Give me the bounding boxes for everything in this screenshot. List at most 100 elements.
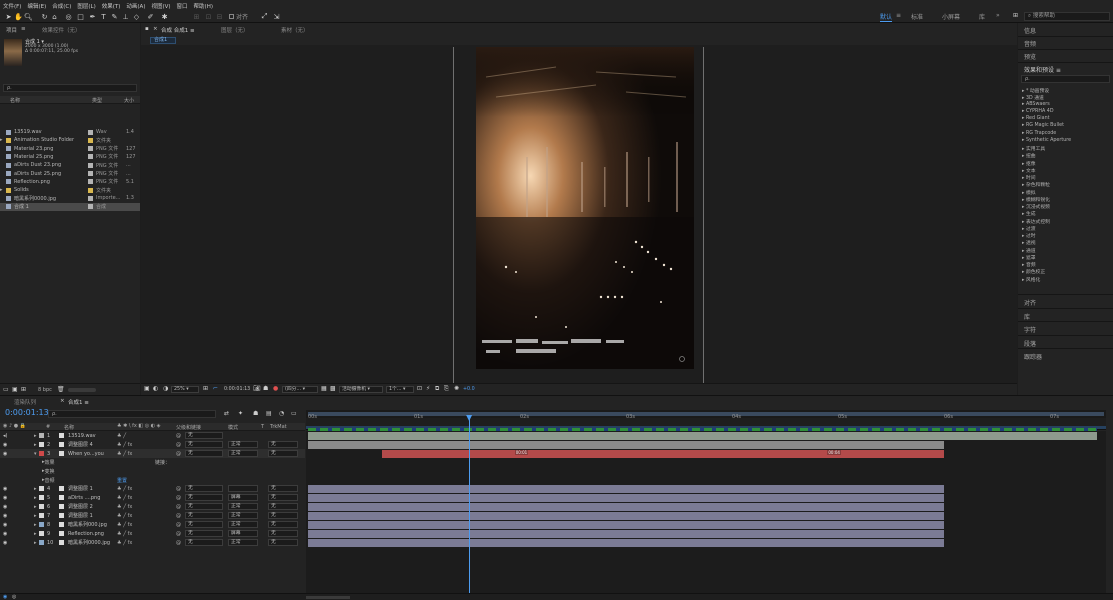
- blend-mode-select[interactable]: 正常: [228, 521, 258, 528]
- effect-category[interactable]: ▸ 模拟: [1022, 189, 1036, 196]
- layer-label-color[interactable]: [39, 451, 44, 456]
- always-preview-icon[interactable]: ▣: [144, 385, 150, 392]
- parent-pickwhip-icon[interactable]: @: [176, 531, 181, 537]
- panel-audio[interactable]: 音频: [1024, 39, 1036, 48]
- menu-item[interactable]: 合成(C): [52, 2, 71, 10]
- parent-pickwhip-icon[interactable]: @: [176, 495, 181, 501]
- local-axis-icon[interactable]: ⊞: [192, 12, 201, 21]
- layer-duration-bar[interactable]: [308, 440, 944, 449]
- trkmat-select[interactable]: 无: [268, 503, 298, 510]
- trkmat-select[interactable]: 无: [268, 512, 298, 519]
- expand-layer-icon[interactable]: ▸: [34, 531, 37, 537]
- blend-mode-select[interactable]: 正常: [228, 512, 258, 519]
- column-mode[interactable]: 模式: [228, 424, 238, 431]
- timeline-timecode[interactable]: 0:00:01:13: [5, 408, 49, 417]
- trkmat-select[interactable]: 无: [268, 450, 298, 457]
- effect-category[interactable]: ▸ 实用工具: [1022, 145, 1045, 152]
- layer-switches-icon[interactable]: ♣ ╱ fx: [117, 513, 132, 519]
- effect-category[interactable]: ▸ 音频: [1022, 261, 1036, 268]
- label-color-swatch[interactable]: [88, 162, 93, 168]
- blend-mode-select[interactable]: 屏幕: [228, 494, 258, 501]
- blend-mode-select[interactable]: 正常: [228, 450, 258, 457]
- layer-name[interactable]: When yo...you: [68, 451, 114, 457]
- exposure-value[interactable]: +0.0: [463, 387, 475, 392]
- column-parent[interactable]: 父级和链接: [176, 424, 201, 431]
- layer-row[interactable]: ◉ ▾ 3 When yo...you ♣ ╱ fx @ 无 正常 无: [0, 449, 305, 458]
- project-item[interactable]: Material 23.png PNG 文件 127: [0, 145, 140, 153]
- layer-name[interactable]: aDirts ....png: [68, 495, 114, 501]
- visibility-eye-icon[interactable]: ◉: [3, 540, 7, 546]
- effect-category[interactable]: ▸ ABSwaers: [1022, 102, 1050, 107]
- toggle-modes-icon[interactable]: ◎: [12, 594, 16, 600]
- effect-category[interactable]: ▸ 3D 通道: [1022, 94, 1044, 101]
- expand-layer-icon[interactable]: ▸: [34, 442, 37, 448]
- hand-tool-icon[interactable]: ✋: [14, 12, 23, 21]
- blend-mode-select[interactable]: 正常: [228, 503, 258, 510]
- view-axis-icon[interactable]: ⊟: [215, 12, 224, 21]
- layer-duration-bar[interactable]: [308, 484, 944, 493]
- layer-row[interactable]: ◉ ▸ 4 调整图层 1 ♣ ╱ fx @ 无 无: [0, 484, 305, 493]
- layer-switches-icon[interactable]: ♣ ╱ fx: [117, 540, 132, 546]
- effect-category[interactable]: ▸ RG Magic Bullet: [1022, 123, 1064, 128]
- trkmat-select[interactable]: 无: [268, 521, 298, 528]
- column-size[interactable]: 大小: [124, 97, 134, 104]
- audio-track-bar[interactable]: [308, 427, 1097, 440]
- layer-label-color[interactable]: [39, 531, 44, 536]
- project-item[interactable]: aDirts Dust 23.png PNG 文件...: [0, 161, 140, 169]
- transparency-grid-icon[interactable]: ▩: [330, 385, 336, 392]
- trkmat-select[interactable]: 无: [268, 539, 298, 546]
- blend-mode-select[interactable]: [228, 485, 258, 492]
- parent-pickwhip-icon[interactable]: @: [176, 442, 181, 448]
- mask-visibility-icon[interactable]: ⌐: [213, 385, 218, 392]
- effects-search-input[interactable]: ρ.: [1021, 75, 1110, 83]
- layer-label-color[interactable]: [39, 522, 44, 527]
- workspace-library[interactable]: 库: [979, 12, 985, 21]
- layer-row[interactable]: ◉ ▸ 7 调整图层 1 ♣ ╱ fx @ 无 正常 无: [0, 511, 305, 520]
- grid-icon[interactable]: ⊞: [203, 385, 208, 392]
- project-item[interactable]: Reflection.png PNG 文件 5.1: [0, 178, 140, 186]
- pan-behind-tool-icon[interactable]: ◎: [64, 12, 73, 21]
- tab-menu-icon[interactable]: ≡: [21, 26, 26, 32]
- effect-category[interactable]: ▸ 沉浸式视频: [1022, 203, 1050, 210]
- brush-tool-icon[interactable]: ✎: [110, 12, 119, 21]
- blend-mode-select[interactable]: 正常: [228, 539, 258, 546]
- fast-preview-icon[interactable]: ⚡︎: [426, 385, 430, 392]
- layer-row[interactable]: ◉ ▸ 6 调整图层 2 ♣ ╱ fx @ 无 正常 无: [0, 502, 305, 511]
- project-item[interactable]: 暗黑系列0000.jpg Importe... 1.3: [0, 194, 140, 202]
- expand-layer-icon[interactable]: ▸: [34, 486, 37, 492]
- menu-item[interactable]: 图层(L): [77, 2, 95, 10]
- layer-row[interactable]: ◂) ▸ 1 13519.wav ♣ ╱ @ 无: [0, 431, 305, 440]
- snap-option-icon[interactable]: ⤢: [260, 12, 269, 21]
- layer-property-group[interactable]: ▸ 音频: [42, 476, 55, 484]
- label-color-swatch[interactable]: [88, 146, 93, 152]
- audio-toggle-icon[interactable]: ◂): [3, 433, 7, 439]
- effect-category[interactable]: ▸ 颜色校正: [1022, 268, 1045, 275]
- layer-name[interactable]: 调整图层 2: [68, 503, 114, 510]
- timeline-close-icon[interactable]: ×: [60, 398, 65, 404]
- layer-switches-icon[interactable]: ♣ ╱ fx: [117, 495, 132, 501]
- visibility-eye-icon[interactable]: ◉: [3, 531, 7, 537]
- parent-pickwhip-icon[interactable]: @: [176, 504, 181, 510]
- panel-0[interactable]: 对齐: [1018, 294, 1113, 308]
- menu-item[interactable]: 帮助(H): [194, 2, 213, 10]
- menu-item[interactable]: 效果(T): [102, 2, 121, 10]
- layer-switches-icon[interactable]: ♣ ╱: [117, 433, 126, 439]
- interpret-footage-icon[interactable]: ▭: [3, 386, 9, 393]
- exposure-icon[interactable]: ✺: [454, 385, 459, 392]
- text-tool-icon[interactable]: T: [99, 12, 108, 21]
- search-help-input[interactable]: ⌕ 搜索帮助: [1024, 12, 1110, 21]
- viewer-lock-icon[interactable]: ▪: [145, 26, 149, 32]
- comp-sub-tab[interactable]: 合成1: [150, 37, 176, 44]
- effect-category[interactable]: ▸ 杂色和颗粒: [1022, 181, 1050, 188]
- transparency-icon[interactable]: ◐: [153, 385, 158, 392]
- panel-3[interactable]: 段落: [1018, 334, 1113, 349]
- viewer-timecode[interactable]: 0:00:01:13: [224, 387, 250, 392]
- layer-row[interactable]: ◉ ▸ 5 aDirts ....png ♣ ╱ fx @ 无 屏幕 无: [0, 493, 305, 502]
- layer-switches-icon[interactable]: ♣ ╱ fx: [117, 442, 132, 448]
- effect-category[interactable]: ▸ 通道: [1022, 247, 1036, 254]
- label-color-swatch[interactable]: [88, 129, 93, 135]
- project-item[interactable]: ▸ Animation Studio Folder 文件夹: [0, 136, 140, 144]
- viewer-close-icon[interactable]: ×: [153, 26, 158, 32]
- keyframe-marker[interactable]: 00:01: [514, 450, 529, 455]
- layer-duration-bar[interactable]: [308, 502, 944, 511]
